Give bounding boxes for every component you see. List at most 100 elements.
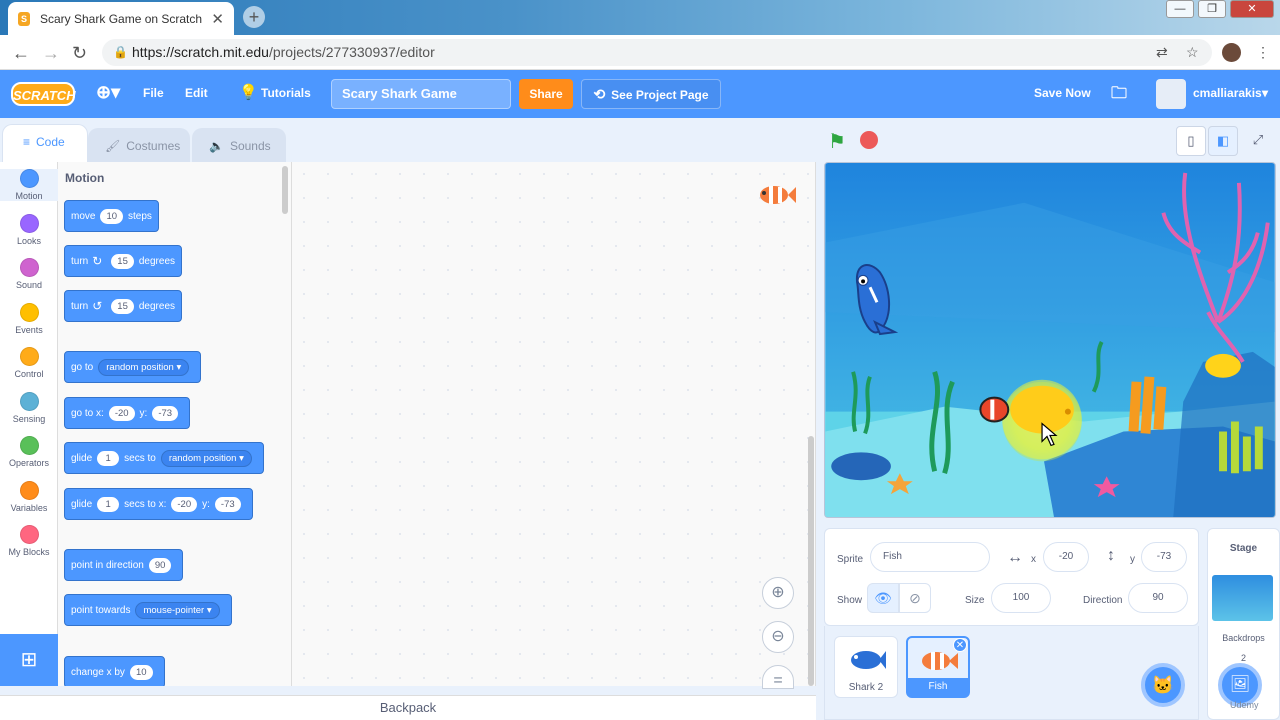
category-color-dot — [19, 391, 39, 411]
glide-to-xy-block[interactable]: glide 1 secs to x: -20 y: -73 — [64, 488, 253, 520]
sprite-name-input[interactable]: Fish — [870, 542, 990, 572]
block-input[interactable]: 1 — [97, 496, 120, 512]
size-input[interactable]: 100 — [991, 583, 1051, 613]
zoom-reset-button[interactable]: = — [762, 665, 794, 689]
category-motion[interactable]: Motion — [0, 169, 58, 201]
small-stage-icon[interactable]: ▯ — [1176, 126, 1206, 156]
add-extension-button[interactable]: ⊞ — [0, 634, 58, 686]
go-to-xy-block[interactable]: go to x: -20 y: -73 — [64, 397, 191, 429]
turn-left-block[interactable]: turn ↺ 15 degrees — [64, 290, 183, 322]
scratch-logo[interactable]: SCRATCH — [11, 82, 76, 106]
direction-input[interactable]: 90 — [1128, 583, 1188, 613]
zoom-in-button[interactable]: ⊕ — [762, 577, 794, 609]
category-my-blocks[interactable]: My Blocks — [0, 525, 58, 557]
file-menu[interactable]: File — [143, 86, 164, 100]
choose-sprite-cat-icon[interactable]: 🐱 — [1141, 663, 1185, 707]
category-operators[interactable]: Operators — [0, 436, 58, 468]
see-project-page-button[interactable]: ⟲ See Project Page — [581, 79, 721, 109]
change-x-block[interactable]: change x by 10 — [64, 656, 165, 686]
category-control[interactable]: Control — [0, 347, 58, 379]
point-towards-block[interactable]: point towards mouse-pointer ▾ — [64, 594, 232, 626]
category-sound[interactable]: Sound — [0, 258, 58, 290]
green-flag-icon[interactable]: ⚑ — [828, 129, 846, 154]
y-position-input[interactable]: -73 — [1141, 542, 1187, 572]
category-looks[interactable]: Looks — [0, 213, 58, 246]
block-dropdown[interactable]: mouse-pointer ▾ — [135, 601, 220, 619]
stage-canvas[interactable] — [824, 162, 1276, 518]
code-workspace[interactable] — [292, 162, 816, 686]
block-input[interactable]: -20 — [108, 405, 135, 421]
see-project-page-label: See Project Page — [611, 88, 709, 102]
stage-controls: ⚑ ▯ ◧ ⤢ — [826, 126, 1276, 156]
save-now-button[interactable]: Save Now — [1034, 86, 1091, 100]
tab-costumes[interactable]: 🖌 Costumes — [88, 128, 190, 164]
show-visible-eye-icon[interactable]: 👁 — [867, 583, 899, 613]
glide-to-block[interactable]: glide 1 secs to random position ▾ — [64, 442, 264, 474]
sprite-info-panel: Sprite Fish ↔ x -20 ↕ y -73 Show 👁 ⊘ Siz… — [824, 528, 1199, 626]
folder-icon[interactable]: 🗀 — [1111, 82, 1127, 109]
block-input[interactable]: -73 — [152, 405, 179, 421]
browser-tabstrip: S Scary Shark Game on Scratch ✕ + — ❐ ✕ — [0, 0, 1280, 35]
chevron-down-icon[interactable]: ▾ — [1262, 86, 1268, 100]
tutorials-button[interactable]: Tutorials — [261, 86, 311, 100]
reload-icon[interactable]: ↻ — [72, 43, 87, 64]
category-label: My Blocks — [8, 547, 50, 557]
turn-right-block[interactable]: turn ↻ 15 degrees — [64, 245, 183, 277]
browser-profile-avatar[interactable] — [1222, 43, 1241, 62]
close-tab-icon[interactable]: ✕ — [211, 10, 224, 28]
user-avatar[interactable] — [1156, 79, 1186, 109]
x-position-input[interactable]: -20 — [1043, 542, 1089, 572]
block-input[interactable]: 90 — [148, 557, 172, 573]
category-events[interactable]: Events — [0, 302, 58, 335]
fullscreen-icon[interactable]: ⤢ — [1243, 126, 1273, 156]
maximize-button[interactable]: ❐ — [1198, 0, 1226, 18]
block-input[interactable]: 10 — [100, 208, 124, 224]
share-button[interactable]: Share — [519, 79, 573, 109]
project-title-input[interactable]: Scary Shark Game — [331, 79, 511, 109]
tab-code[interactable]: ≡ Code — [2, 124, 88, 164]
block-input[interactable]: 15 — [111, 298, 134, 314]
point-in-direction-block[interactable]: point in direction 90 — [64, 549, 184, 581]
normal-stage-icon[interactable]: ◧ — [1208, 126, 1238, 156]
close-window-button[interactable]: ✕ — [1230, 0, 1274, 18]
block-text: point towards — [71, 604, 131, 616]
block-input[interactable]: 1 — [97, 450, 120, 466]
dropdown-value: mouse-pointer — [143, 604, 205, 616]
category-sensing[interactable]: Sensing — [0, 391, 58, 424]
bookmark-star-icon[interactable]: ☆ — [1186, 44, 1199, 61]
move-steps-block[interactable]: move 10 steps — [64, 200, 159, 232]
block-dropdown[interactable]: random position ▾ — [98, 358, 190, 376]
block-input[interactable]: -20 — [171, 496, 198, 512]
current-sprite-fish-icon — [760, 186, 796, 204]
block-input[interactable]: 15 — [111, 253, 134, 269]
browser-menu-icon[interactable]: ⋮ — [1256, 44, 1270, 61]
size-label: Size — [965, 595, 985, 606]
zoom-out-button[interactable]: ⊖ — [762, 621, 794, 653]
edit-menu[interactable]: Edit — [185, 86, 208, 100]
tab-sounds[interactable]: 🔈 Sounds — [192, 128, 286, 164]
language-globe-icon[interactable]: ⊕▾ — [96, 82, 120, 103]
username-menu[interactable]: cmalliarakis — [1193, 86, 1262, 100]
forward-arrow-icon[interactable]: → — [42, 43, 60, 64]
hide-eye-slash-icon[interactable]: ⊘ — [899, 583, 931, 613]
stop-icon[interactable] — [860, 131, 878, 149]
category-variables[interactable]: Variables — [0, 480, 58, 513]
translate-icon[interactable]: ⇄ — [1156, 44, 1168, 61]
go-to-block[interactable]: go to random position ▾ — [64, 351, 202, 383]
block-dropdown[interactable]: random position ▾ — [160, 449, 252, 467]
url-field[interactable]: 🔒 https://scratch.mit.edu/projects/27733… — [102, 39, 1212, 66]
workspace-scrollbar[interactable] — [808, 436, 814, 686]
category-color-dot — [19, 302, 39, 322]
sprite-thumb-shark[interactable]: Shark 2 — [834, 636, 898, 698]
lock-icon: 🔒 — [113, 45, 128, 59]
browser-tab[interactable]: S Scary Shark Game on Scratch ✕ — [8, 2, 234, 35]
minimize-button[interactable]: — — [1166, 0, 1194, 18]
new-tab-button[interactable]: + — [243, 6, 265, 28]
category-label: Operators — [8, 458, 50, 468]
palette-scrollbar[interactable] — [282, 166, 288, 214]
delete-sprite-icon[interactable]: ✕ — [953, 638, 967, 652]
block-input[interactable]: -73 — [214, 496, 241, 512]
block-input[interactable]: 10 — [129, 664, 153, 680]
back-arrow-icon[interactable]: ← — [12, 43, 30, 64]
backpack-bar[interactable]: Backpack — [0, 695, 816, 720]
